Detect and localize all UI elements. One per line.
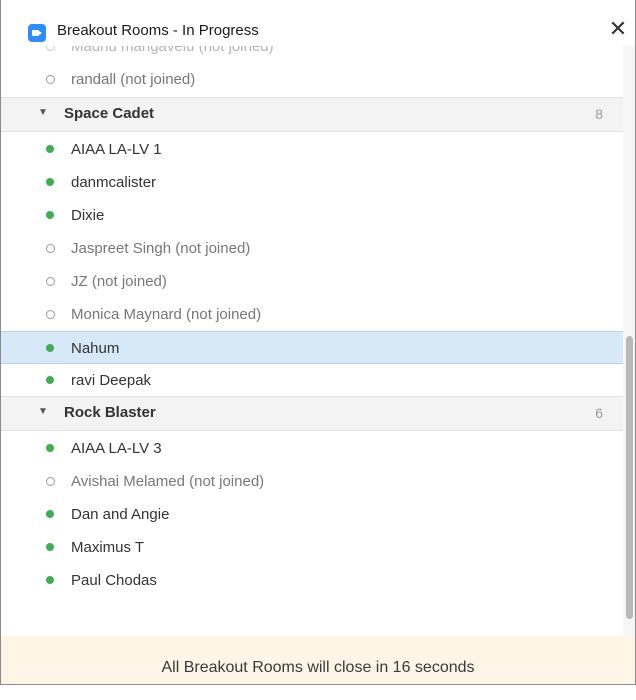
- window-title: Breakout Rooms - In Progress: [57, 22, 259, 39]
- participant-row[interactable]: Avishai Melamed (not joined): [1, 465, 623, 498]
- participant-row[interactable]: Madhu mangavelu (not joined): [1, 46, 623, 63]
- joined-status-dot-icon: [46, 510, 54, 518]
- joined-status-dot-icon: [46, 211, 54, 219]
- caret-down-icon[interactable]: ▼: [38, 107, 48, 118]
- participant-name: Avishai Melamed (not joined): [71, 473, 265, 490]
- breakout-room-list[interactable]: Madhu mangavelu (not joined) randall (not…: [1, 46, 623, 636]
- room-header[interactable]: ▼ Rock Blaster 6: [1, 396, 623, 431]
- participant-name: Jaspreet Singh (not joined): [71, 240, 251, 257]
- not-joined-status-circle-icon: [46, 75, 55, 84]
- joined-status-dot-icon: [46, 178, 54, 186]
- participant-name: Dixie: [71, 207, 105, 224]
- countdown-message: All Breakout Rooms will close in 16 seco…: [161, 659, 475, 676]
- participant-row[interactable]: Dan and Angie: [1, 498, 623, 531]
- participant-row[interactable]: Paul Chodas: [1, 564, 623, 597]
- scrollbar-thumb[interactable]: [626, 336, 633, 619]
- room-header[interactable]: ▼ Space Cadet 8: [1, 97, 623, 132]
- participant-row[interactable]: AIAA LA-LV 1: [1, 133, 623, 166]
- participant-name: Paul Chodas: [71, 572, 157, 589]
- participant-name: ravi Deepak: [71, 372, 152, 389]
- participant-name: Madhu mangavelu (not joined): [71, 46, 274, 55]
- scrollbar[interactable]: [623, 46, 635, 636]
- participant-name: danmcalister: [71, 174, 157, 191]
- joined-status-dot-icon: [46, 444, 54, 452]
- participant-row[interactable]: Jaspreet Singh (not joined): [1, 232, 623, 265]
- participant-name: JZ (not joined): [71, 273, 167, 290]
- participant-name: AIAA LA-LV 3: [71, 440, 162, 457]
- participant-row[interactable]: AIAA LA-LV 3: [1, 432, 623, 465]
- room-participant-count: 8: [595, 106, 603, 122]
- not-joined-status-circle-icon: [46, 244, 55, 253]
- joined-status-dot-icon: [46, 145, 54, 153]
- participant-row[interactable]: Dixie: [1, 199, 623, 232]
- close-icon[interactable]: ✕: [605, 16, 631, 42]
- participant-row[interactable]: ravi Deepak: [1, 364, 623, 397]
- participant-name: randall (not joined): [71, 71, 196, 88]
- participant-name: AIAA LA-LV 1: [71, 141, 162, 158]
- not-joined-status-circle-icon: [46, 277, 55, 286]
- breakout-rooms-window: Breakout Rooms - In Progress ✕ Madhu man…: [0, 0, 636, 685]
- countdown-footer: All Breakout Rooms will close in 16 seco…: [1, 636, 635, 684]
- zoom-app-icon: [28, 24, 46, 42]
- participant-row[interactable]: Nahum: [1, 331, 623, 364]
- participant-name: Dan and Angie: [71, 506, 170, 523]
- caret-down-icon[interactable]: ▼: [38, 406, 48, 417]
- joined-status-dot-icon: [46, 543, 54, 551]
- participant-row[interactable]: Monica Maynard (not joined): [1, 298, 623, 331]
- participant-row[interactable]: Maximus T: [1, 531, 623, 564]
- joined-status-dot-icon: [46, 376, 54, 384]
- room-name: Space Cadet: [64, 105, 155, 122]
- joined-status-dot-icon: [46, 576, 54, 584]
- participant-row[interactable]: randall (not joined): [1, 63, 623, 96]
- participant-name: Monica Maynard (not joined): [71, 306, 262, 323]
- room-name: Rock Blaster: [64, 404, 156, 421]
- participant-name: Maximus T: [71, 539, 145, 556]
- participant-row[interactable]: JZ (not joined): [1, 265, 623, 298]
- joined-status-dot-icon: [46, 344, 54, 352]
- not-joined-status-circle-icon: [46, 310, 55, 319]
- not-joined-status-circle-icon: [46, 46, 55, 51]
- not-joined-status-circle-icon: [46, 477, 55, 486]
- participant-row[interactable]: danmcalister: [1, 166, 623, 199]
- room-participant-count: 6: [595, 405, 603, 421]
- participant-name: Nahum: [71, 340, 120, 357]
